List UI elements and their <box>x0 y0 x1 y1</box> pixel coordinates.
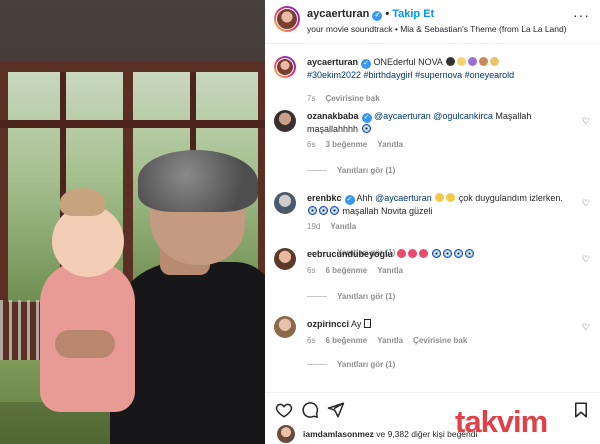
verified-icon: ✓ <box>344 195 355 205</box>
reply-button[interactable]: Yanıtla <box>377 336 403 345</box>
reply-button[interactable]: Yanıtla <box>330 222 356 231</box>
comment-avatar[interactable] <box>274 316 296 338</box>
reply-button[interactable]: Yanıtla <box>377 140 403 149</box>
cake-emoji-icon <box>478 57 488 66</box>
watermark-logo: takvim <box>455 404 595 440</box>
comment-text: Ay <box>351 319 362 329</box>
comment-time: 6s <box>307 336 316 345</box>
caption-meta: 7s Çevirisine bak <box>307 94 380 103</box>
watermark-text: takvim <box>455 404 548 439</box>
smiling-face-emoji-icon <box>446 193 456 202</box>
photo-man-hair <box>138 150 258 212</box>
heart-eyes-emoji-icon <box>407 249 417 258</box>
author-line: aycaerturan ✓ • Takip Et <box>307 8 434 21</box>
comment-body: erenbkc ✓ Ahh @aycaerturan çok duygulandı… <box>307 192 569 218</box>
translate-link[interactable]: Çevirisine bak <box>413 336 467 345</box>
comment-time: 19d <box>307 222 321 231</box>
evil-eye-emoji-icon <box>308 206 317 215</box>
evil-eye-emoji-icon <box>330 206 339 215</box>
view-replies[interactable]: Yanıtları gör (1) <box>307 292 395 301</box>
evil-eye-emoji-icon <box>432 249 442 258</box>
comment-text: maşallah Novita güzeli <box>342 206 433 216</box>
purple-heart-emoji-icon <box>467 57 477 66</box>
comment-username[interactable]: eebrucundubeyoglu <box>307 249 393 259</box>
photo-window-bar <box>0 120 265 128</box>
missing-glyph-icon <box>363 319 371 328</box>
verified-icon: ✓ <box>361 113 372 123</box>
evil-eye-emoji-icon <box>361 124 371 133</box>
comment-username[interactable]: ozpirincci <box>307 319 349 329</box>
author-avatar[interactable] <box>274 6 300 32</box>
caption-avatar[interactable] <box>274 56 296 78</box>
comment-mention[interactable]: @aycaerturan <box>375 193 432 203</box>
likes-summary[interactable]: iamdamlasonmez ve 9,382 diğer kişi beğen… <box>303 429 477 439</box>
comment-likes[interactable]: 6 beğenme <box>325 266 367 275</box>
caption-body: aycaerturan ✓ ONEderful NOVA #30ekim2022 … <box>307 56 569 82</box>
verified-icon: ✓ <box>361 59 372 69</box>
comment-avatar[interactable] <box>274 192 296 214</box>
evil-eye-emoji-icon <box>465 249 475 258</box>
author-username[interactable]: aycaerturan <box>307 8 369 20</box>
comment-body: ozpirincci Ay <box>307 318 569 331</box>
view-replies[interactable]: Yanıtları gör (1) <box>307 166 395 175</box>
heart-icon[interactable]: ♡ <box>582 254 590 265</box>
heart-icon[interactable]: ♡ <box>582 322 590 333</box>
heart-icon[interactable]: ♡ <box>582 198 590 209</box>
comment-likes[interactable]: 6 beğenme <box>325 336 367 345</box>
photo-hand <box>55 330 115 358</box>
likes-user[interactable]: iamdamlasonmez <box>303 429 374 439</box>
comment-text: Ahh <box>356 193 373 203</box>
heart-eyes-emoji-icon <box>396 249 406 258</box>
evil-eye-emoji-icon <box>454 249 464 258</box>
post-photo[interactable] <box>0 0 265 444</box>
heart-icon[interactable]: ♡ <box>582 116 590 127</box>
caption-text: ONEderful NOVA <box>373 57 443 67</box>
comment-likes[interactable]: 3 beğenme <box>325 140 367 149</box>
photo-baby-hair <box>60 188 105 216</box>
view-replies[interactable]: Yanıtları gör (1) <box>307 360 395 369</box>
comment-text: çok duygulandım izlerken. <box>458 193 563 203</box>
caption-username[interactable]: aycaerturan <box>307 57 358 67</box>
comment-avatar[interactable] <box>274 248 296 270</box>
caption-time: 7s <box>307 94 316 103</box>
candle-emoji-icon <box>489 57 499 66</box>
comment-body: eebrucundubeyoglu <box>307 248 569 261</box>
comment-username[interactable]: erenbkc <box>307 193 342 203</box>
reply-button[interactable]: Yanıtla <box>377 266 403 275</box>
evil-eye-emoji-icon <box>319 206 328 215</box>
dot-separator: • <box>385 8 390 20</box>
comment-username[interactable]: ozanakbaba <box>307 111 359 121</box>
caption-hashtags[interactable]: #30ekim2022 #birthdaygirl #supernova #on… <box>307 70 514 80</box>
comment-avatar[interactable] <box>274 110 296 132</box>
heart-icon[interactable] <box>275 401 293 419</box>
translate-link[interactable]: Çevirisine bak <box>325 94 379 103</box>
comment-time: 6s <box>307 140 316 149</box>
follow-button[interactable]: Takip Et <box>392 8 434 20</box>
more-icon[interactable]: ··· <box>573 8 590 22</box>
comment-meta: 6s 6 beğenme Yanıtla <box>307 266 403 275</box>
post-panel: aycaerturan ✓ • Takip Et your movie soundtr… <box>265 0 600 444</box>
post-header: aycaerturan ✓ • Takip Et your movie soundtr… <box>265 0 600 44</box>
comment-mention[interactable]: @aycaerturan @ogulcankirca <box>374 111 493 121</box>
comment-body: ozanakbaba ✓ @aycaerturan @ogulcankirca M… <box>307 110 569 136</box>
share-icon[interactable] <box>327 401 345 419</box>
comments-list: aycaerturan ✓ ONEderful NOVA #30ekim2022 … <box>265 48 600 388</box>
comment-icon[interactable] <box>301 401 319 419</box>
comment-meta: 6s 3 beğenme Yanıtla <box>307 140 403 149</box>
smiling-face-emoji-icon <box>435 193 445 202</box>
comment-meta: 19d Yanıtla <box>307 222 356 231</box>
verified-icon: ✓ <box>372 11 383 21</box>
audio-track[interactable]: your movie soundtrack • Mia & Sebastian'… <box>307 24 567 34</box>
comment-meta: 6s 6 beğenme Yanıtla Çevirisine bak <box>307 336 467 345</box>
comment-time: 6s <box>307 266 316 275</box>
evil-eye-emoji-icon <box>443 249 453 258</box>
sparkles-emoji-icon <box>456 57 466 66</box>
likes-avatar[interactable] <box>277 425 295 443</box>
heart-eyes-emoji-icon <box>418 249 428 258</box>
sunglasses-emoji-icon <box>445 57 455 66</box>
